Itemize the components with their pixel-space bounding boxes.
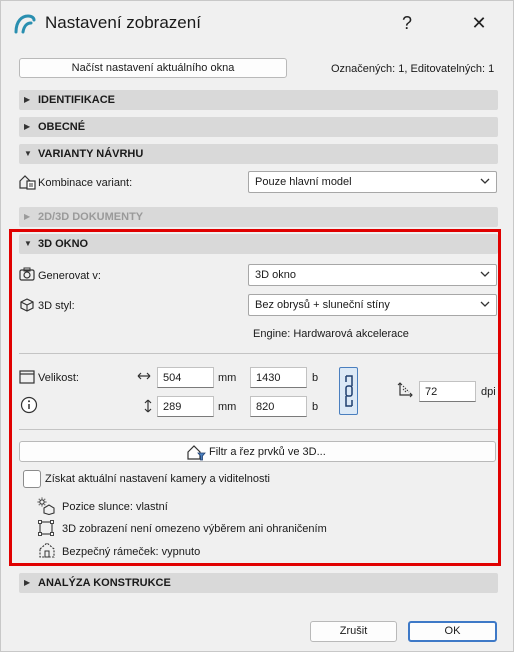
- filter-cut-button[interactable]: Filtr a řez prvků ve 3D...: [19, 441, 496, 462]
- archicad-logo-icon: [13, 13, 37, 35]
- chevron-down-icon: [480, 269, 490, 279]
- variant-combination-label: Kombinace variant:: [38, 177, 133, 189]
- section-varianty[interactable]: ▼ VARIANTY NÁVRHU: [19, 144, 498, 164]
- section-analyza[interactable]: ▶ ANALÝZA KONSTRUKCE: [19, 573, 498, 593]
- variant-combination-select[interactable]: Pouze hlavní model: [248, 171, 497, 193]
- unit-px: b: [312, 401, 319, 413]
- chevron-down-icon: [480, 176, 490, 186]
- section-label: 2D/3D DOKUMENTY: [38, 211, 144, 223]
- load-settings-button[interactable]: Načíst nastavení aktuálního okna: [19, 58, 287, 78]
- close-button[interactable]: ✕: [467, 11, 491, 35]
- selection-info: Označených: 1, Editovatelných: 1: [331, 63, 495, 75]
- section-label: 3D OKNO: [38, 238, 89, 250]
- cube-style-icon: [19, 297, 35, 313]
- unit-px: b: [312, 372, 319, 384]
- resolution-icon: [397, 382, 413, 398]
- cancel-button[interactable]: Zrušit: [310, 621, 397, 642]
- sun-position-icon: [37, 497, 55, 515]
- chevron-down-icon: [480, 299, 490, 309]
- camera-settings-label[interactable]: Získat aktuální nastavení kamery a vidit…: [45, 473, 270, 485]
- marquee-icon: [38, 520, 54, 536]
- section-dokumenty: ▶ 2D/3D DOKUMENTY: [19, 207, 498, 227]
- dialog-window: Nastavení zobrazení ? ✕ Načíst nastavení…: [0, 0, 514, 652]
- section-identifikace[interactable]: ▶ IDENTIFIKACE: [19, 90, 498, 110]
- design-options-icon: [19, 173, 37, 191]
- 3d-style-select[interactable]: Bez obrysů + sluneční stíny: [248, 294, 497, 316]
- width-arrows-icon: [137, 370, 151, 382]
- dialog-title: Nastavení zobrazení: [45, 13, 201, 32]
- section-3d-okno[interactable]: ▼ 3D OKNO: [19, 234, 498, 254]
- divider: [19, 429, 498, 430]
- dpi-unit: dpi: [481, 386, 496, 398]
- select-value: Bez obrysů + sluneční stíny: [255, 299, 390, 311]
- chain-link-icon: [342, 374, 356, 408]
- camera-icon: [19, 267, 35, 281]
- expand-arrow-icon: ▶: [24, 212, 31, 221]
- select-value: Pouze hlavní model: [255, 176, 352, 188]
- link-proportions-toggle[interactable]: [339, 367, 358, 415]
- window-size-icon: [19, 370, 35, 384]
- expand-arrow-icon: ▶: [24, 578, 31, 587]
- safe-frame-icon: [38, 542, 56, 558]
- height-arrows-icon: [143, 399, 153, 413]
- 3d-style-label: 3D styl:: [38, 300, 75, 312]
- select-value: 3D okno: [255, 269, 296, 281]
- dpi-input[interactable]: 72: [419, 381, 476, 402]
- info-icon[interactable]: [20, 396, 38, 414]
- safe-frame-text: Bezpečný rámeček: vypnuto: [62, 546, 201, 558]
- title-bar: Nastavení zobrazení ? ✕: [1, 1, 513, 45]
- section-label: IDENTIFIKACE: [38, 94, 115, 106]
- generate-in-select[interactable]: 3D okno: [248, 264, 497, 286]
- sun-position-text: Pozice slunce: vlastní: [62, 501, 168, 513]
- width-px-input[interactable]: 1430: [250, 367, 307, 388]
- expand-arrow-icon: ▶: [24, 95, 31, 104]
- section-label: ANALÝZA KONSTRUKCE: [38, 577, 171, 589]
- height-px-input[interactable]: 820: [250, 396, 307, 417]
- section-label: VARIANTY NÁVRHU: [38, 148, 144, 160]
- section-label: OBECNÉ: [38, 121, 86, 133]
- unit-mm: mm: [218, 401, 237, 413]
- height-mm-input[interactable]: 289: [157, 396, 214, 417]
- help-button[interactable]: ?: [395, 11, 419, 35]
- size-label: Velikost:: [38, 372, 79, 384]
- section-obecne[interactable]: ▶ OBECNÉ: [19, 117, 498, 137]
- generate-in-label: Generovat v:: [38, 270, 101, 282]
- width-mm-input[interactable]: 504: [157, 367, 214, 388]
- engine-info: Engine: Hardwarová akcelerace: [253, 328, 409, 340]
- camera-settings-checkbox[interactable]: [23, 470, 41, 488]
- ok-button[interactable]: OK: [408, 621, 497, 642]
- filter-cut-label: Filtr a řez prvků ve 3D...: [209, 446, 326, 458]
- filter-3d-icon: [186, 443, 206, 461]
- divider: [19, 353, 498, 354]
- not-limited-text: 3D zobrazení není omezeno výběrem ani oh…: [62, 523, 327, 535]
- unit-mm: mm: [218, 372, 237, 384]
- collapse-arrow-icon: ▼: [24, 239, 32, 248]
- expand-arrow-icon: ▶: [24, 122, 31, 131]
- collapse-arrow-icon: ▼: [24, 149, 32, 158]
